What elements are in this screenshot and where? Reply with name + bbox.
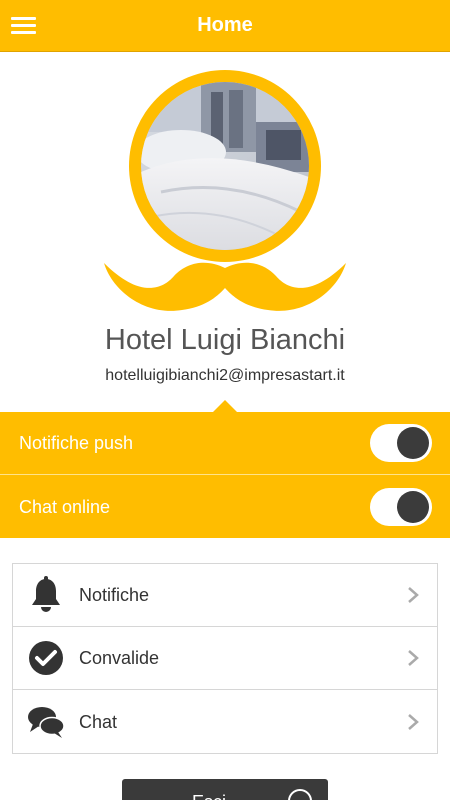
power-icon (288, 789, 312, 800)
page-title: Home (197, 14, 253, 36)
toggle-row-chat-online: Chat online (0, 476, 450, 539)
list-item-chat[interactable]: Chat (13, 691, 437, 754)
check-circle-icon (29, 641, 63, 675)
chevron-right-icon (408, 650, 419, 666)
list-item-label: Chat (79, 712, 118, 732)
logout-button-label: Esci (192, 792, 226, 800)
toggle-label: Chat online (19, 497, 111, 517)
toggle-label: Notifiche push (19, 433, 134, 453)
push-notifications-toggle[interactable] (370, 424, 432, 462)
header-bar: Home (0, 0, 450, 52)
settings-toggles: Notifiche push Chat online (0, 412, 450, 538)
logout-button[interactable]: Esci (122, 779, 328, 800)
list-item-convalide[interactable]: Convalide (13, 627, 437, 690)
hotel-email: hotelluigibianchi2@impresastart.it (105, 367, 345, 384)
list-item-notifiche[interactable]: Notifiche (13, 564, 437, 627)
hotel-name: Hotel Luigi Bianchi (104, 324, 346, 356)
chat-online-toggle[interactable] (370, 488, 432, 526)
list-item-label: Notifiche (79, 585, 150, 605)
bell-icon (32, 576, 60, 612)
avatar[interactable] (141, 82, 309, 250)
chevron-right-icon (408, 587, 419, 603)
chevron-right-icon (408, 714, 419, 730)
app-screen: Home Hotel Luigi Bianchi hotelluigibianc… (0, 0, 450, 800)
mustache-logo (104, 262, 346, 311)
section-pointer (213, 400, 237, 412)
menu-list: Notifiche Convalide Chat (12, 563, 438, 754)
list-item-label: Convalide (79, 648, 160, 668)
chat-bubbles-icon (28, 707, 65, 738)
avatar-frame (129, 70, 321, 262)
toggle-row-push-notifications: Notifiche push (0, 412, 450, 475)
